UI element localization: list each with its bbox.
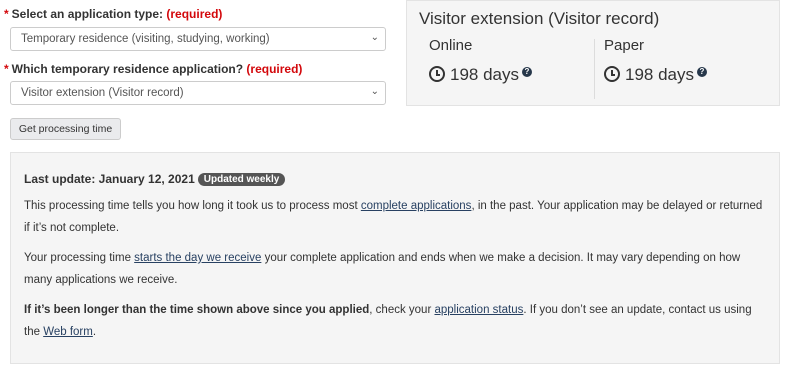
- column-divider: [594, 39, 595, 99]
- question-circle-icon[interactable]: ?: [522, 67, 532, 77]
- info-paragraph-1: This processing time tells you how long …: [24, 195, 769, 239]
- residence-app-label-text: Which temporary residence application?: [11, 62, 244, 76]
- updated-weekly-badge: Updated weekly: [197, 173, 286, 186]
- p3-bold: If it’s been longer than the time shown …: [24, 304, 370, 316]
- required-star: *: [4, 7, 9, 21]
- residence-app-label: * Which temporary residence application? …: [4, 62, 302, 76]
- app-type-label-text: Select an application type:: [11, 7, 164, 21]
- info-paragraph-3: If it’s been longer than the time shown …: [24, 299, 769, 343]
- info-paragraph-2: Your processing time starts the day we r…: [24, 247, 769, 291]
- p3-text-c: .: [92, 326, 97, 338]
- info-panel: Last update: January 12, 2021 Updated wee…: [10, 152, 780, 364]
- application-status-link[interactable]: application status: [434, 304, 523, 316]
- result-title: Visitor extension (Visitor record): [419, 9, 660, 28]
- paper-heading: Paper: [604, 37, 645, 54]
- chevron-down-icon: ⌄: [370, 86, 379, 97]
- p1-text-a: This processing time tells you how long …: [24, 200, 361, 212]
- chevron-down-icon: ⌄: [370, 32, 379, 43]
- paper-days: 198 days: [625, 65, 694, 84]
- residence-app-value: Visitor extension (Visitor record): [21, 87, 184, 99]
- online-time: 198 days?: [429, 65, 532, 85]
- complete-applications-link[interactable]: complete applications: [361, 200, 472, 212]
- starts-the-day-link[interactable]: starts the day we receive: [134, 252, 261, 264]
- web-form-link[interactable]: Web form: [43, 326, 93, 338]
- paper-time: 198 days?: [604, 65, 707, 85]
- app-type-select[interactable]: Temporary residence (visiting, studying,…: [10, 27, 386, 51]
- last-update-text: Last update: January 12, 2021: [24, 172, 195, 186]
- required-marker: (required): [246, 62, 303, 76]
- app-type-label: * Select an application type: (required): [4, 7, 222, 21]
- online-heading: Online: [429, 37, 473, 54]
- get-processing-time-button[interactable]: Get processing time: [10, 118, 121, 140]
- residence-app-select[interactable]: Visitor extension (Visitor record) ⌄: [10, 81, 386, 105]
- last-update: Last update: January 12, 2021 Updated wee…: [24, 172, 286, 186]
- clock-icon: [429, 66, 445, 82]
- online-days: 198 days: [450, 65, 519, 84]
- app-type-value: Temporary residence (visiting, studying,…: [21, 33, 270, 45]
- p3-text-a: , check your: [369, 304, 435, 316]
- question-circle-icon[interactable]: ?: [697, 67, 707, 77]
- clock-icon: [604, 66, 620, 82]
- required-marker: (required): [166, 7, 223, 21]
- processing-time-result: Visitor extension (Visitor record) Onlin…: [406, 0, 780, 106]
- p2-text-a: Your processing time: [24, 252, 135, 264]
- required-star: *: [4, 62, 9, 76]
